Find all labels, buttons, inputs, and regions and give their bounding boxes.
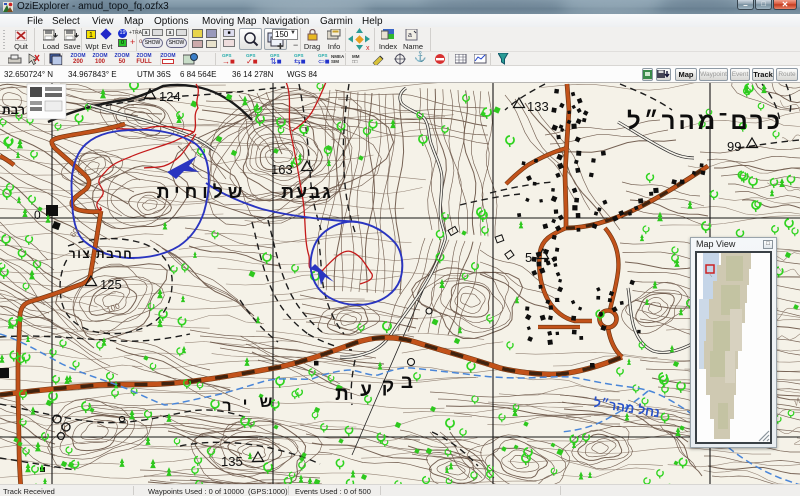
svg-text:0: 0 bbox=[34, 208, 41, 222]
svg-text:a: a bbox=[408, 32, 412, 39]
svg-text:135: 135 bbox=[221, 454, 243, 469]
svg-text:99: 99 bbox=[727, 139, 741, 154]
svg-text:ב: ב bbox=[401, 372, 413, 393]
svg-text:כרם־מהר״ל: כרם־מהר״ל bbox=[627, 108, 783, 135]
svg-text:124: 124 bbox=[159, 89, 181, 104]
svg-text:י: י bbox=[243, 396, 248, 413]
svg-text:x: x bbox=[366, 45, 370, 51]
svg-text:שלוחית: שלוחית bbox=[157, 182, 248, 202]
svg-text:5: 5 bbox=[525, 250, 532, 265]
svg-text:גבעת: גבעת bbox=[281, 182, 333, 202]
svg-text:ע: ע bbox=[360, 380, 372, 401]
svg-text:רבת: רבת bbox=[2, 103, 25, 117]
svg-text:חרבת צור: חרבת צור bbox=[69, 247, 133, 261]
svg-text:125: 125 bbox=[100, 277, 122, 292]
svg-text:133: 133 bbox=[527, 99, 549, 114]
svg-text:163: 163 bbox=[271, 162, 293, 177]
svg-text:ת: ת bbox=[335, 384, 349, 405]
svg-text:ק: ק bbox=[382, 376, 394, 397]
svg-text:ר: ר bbox=[222, 398, 231, 415]
svg-text:ש: ש bbox=[260, 394, 273, 411]
